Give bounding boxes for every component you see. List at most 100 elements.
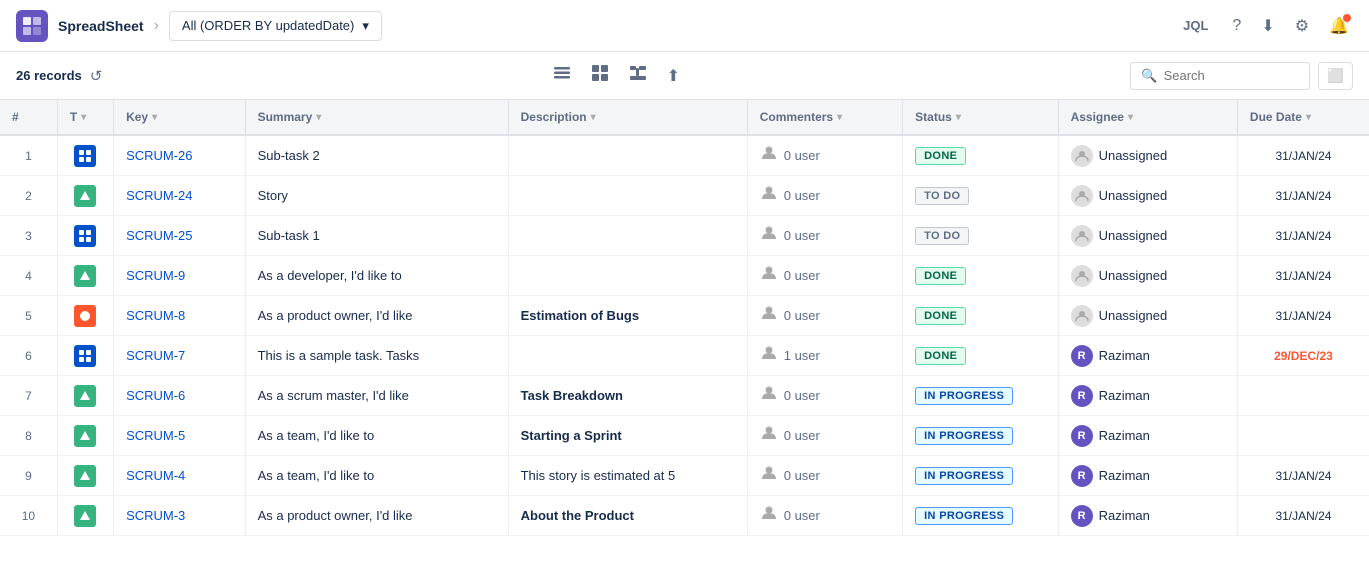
due-date: 31/JAN/24 [1275,469,1331,483]
col-summary[interactable]: Summary▾ [245,100,508,135]
type-story-icon [74,385,96,407]
description-cell: Estimation of Bugs [521,308,639,323]
summary-cell: As a product owner, I'd like [245,496,508,536]
issue-key-link[interactable]: SCRUM-24 [126,188,192,203]
issue-key-link[interactable]: SCRUM-25 [126,228,192,243]
desc-cell: This story is estimated at 5 [508,456,747,496]
assignee-col: Unassigned [1058,256,1237,296]
assignee-name: Unassigned [1099,188,1168,203]
settings-button[interactable]: ⚙ [1291,12,1313,40]
download-button[interactable]: ⬇ [1257,12,1278,40]
avatar: R [1071,465,1093,487]
description-cell: About the Product [521,508,634,523]
search-icon: 🔍 [1141,68,1157,84]
assignee-name: Raziman [1099,348,1150,363]
key-cell: SCRUM-26 [114,135,246,176]
commenter-count: 0 user [784,188,820,203]
export-icon: ⬜ [1327,68,1344,83]
issue-key-link[interactable]: SCRUM-26 [126,148,192,163]
refresh-button[interactable]: ↺ [90,67,103,85]
records-count: 26 records [16,68,82,83]
type-cell [57,416,113,456]
desc-cell [508,216,747,256]
row-number: 8 [0,416,57,456]
table-row: 8 SCRUM-5 As a team, I'd like to Startin… [0,416,1369,456]
assignee-name: Unassigned [1099,308,1168,323]
sort-desc-icon: ▾ [591,112,596,123]
col-num[interactable]: # [0,100,57,135]
sort-button[interactable]: ⬆ [659,60,688,92]
assignee-col: R Raziman [1058,416,1237,456]
issue-key-link[interactable]: SCRUM-5 [126,428,185,443]
type-story-icon [74,185,96,207]
row-number: 2 [0,176,57,216]
issue-key-link[interactable]: SCRUM-8 [126,308,185,323]
export-button[interactable]: ⬜ [1318,62,1353,90]
due-date: 31/JAN/24 [1275,269,1331,283]
due-date: 31/JAN/24 [1275,509,1331,523]
due-date: 29/DEC/23 [1274,349,1333,363]
table-row: 7 SCRUM-6 As a scrum master, I'd like Ta… [0,376,1369,416]
duedate-col: 31/JAN/24 [1237,135,1369,176]
list-view-button[interactable] [545,58,579,93]
issue-key-link[interactable]: SCRUM-9 [126,268,185,283]
commenter-icon [760,184,778,207]
commenters-cell: 0 user [747,135,902,176]
commenters-cell: 0 user [747,256,902,296]
type-subtask-icon [74,145,96,167]
issue-key-link[interactable]: SCRUM-3 [126,508,185,523]
table-header-row: # T▾ Key▾ Summary▾ Description▾ Commente… [0,100,1369,135]
hierarchy-view-button[interactable] [621,58,655,93]
table-row: 2 SCRUM-24 Story 0 user TO DO Unassigned… [0,176,1369,216]
issue-key-link[interactable]: SCRUM-4 [126,468,185,483]
due-date: 31/JAN/24 [1275,149,1331,163]
sort-icon: ⬆ [667,68,680,85]
filter-dropdown[interactable]: All (ORDER BY updatedDate) ▾ [169,11,382,41]
assignee-cell: Unassigned [1071,225,1225,247]
col-status[interactable]: Status▾ [903,100,1058,135]
key-cell: SCRUM-24 [114,176,246,216]
col-key[interactable]: Key▾ [114,100,246,135]
grid-view-icon [591,69,609,86]
commenter-icon [760,464,778,487]
desc-cell [508,256,747,296]
commenters-cell: 0 user [747,456,902,496]
status-cell: IN PROGRESS [903,416,1058,456]
col-description[interactable]: Description▾ [508,100,747,135]
issue-key-link[interactable]: SCRUM-6 [126,388,185,403]
summary-cell: As a scrum master, I'd like [245,376,508,416]
issue-key-link[interactable]: SCRUM-7 [126,348,185,363]
notification-button[interactable]: 🔔 [1325,12,1353,40]
toolbar-right: 🔍 ⬜ [1130,62,1353,90]
status-cell: DONE [903,256,1058,296]
status-badge: IN PROGRESS [915,467,1013,485]
commenter-icon [760,504,778,527]
jql-button[interactable]: JQL [1175,14,1216,37]
col-type[interactable]: T▾ [57,100,113,135]
description-cell: This story is estimated at 5 [521,468,676,483]
chevron-down-icon: ▾ [362,18,369,34]
commenters-cell: 1 user [747,336,902,376]
status-badge: IN PROGRESS [915,387,1013,405]
avatar: R [1071,425,1093,447]
commenter-count: 0 user [784,228,820,243]
help-button[interactable]: ? [1228,13,1245,39]
search-input[interactable] [1164,68,1300,83]
col-assignee[interactable]: Assignee▾ [1058,100,1237,135]
due-date: 31/JAN/24 [1275,309,1331,323]
status-cell: DONE [903,135,1058,176]
status-cell: TO DO [903,176,1058,216]
col-commenters[interactable]: Commenters▾ [747,100,902,135]
desc-cell [508,336,747,376]
table-container: # T▾ Key▾ Summary▾ Description▾ Commente… [0,100,1369,536]
assignee-col: R Raziman [1058,456,1237,496]
due-date: 31/JAN/24 [1275,229,1331,243]
assignee-col: R Raziman [1058,496,1237,536]
col-duedate[interactable]: Due Date▾ [1237,100,1369,135]
assignee-cell: R Raziman [1071,465,1225,487]
grid-view-button[interactable] [583,58,617,93]
search-box: 🔍 [1130,62,1310,90]
help-icon: ? [1232,17,1241,35]
type-cell [57,135,113,176]
description-cell: Starting a Sprint [521,428,622,443]
